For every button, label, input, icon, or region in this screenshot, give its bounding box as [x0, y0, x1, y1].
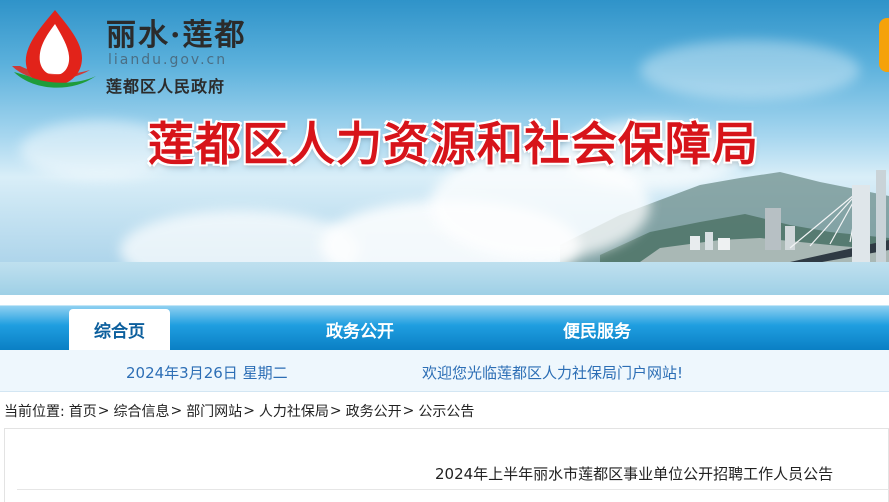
info-bar: 2024年3月26日 星期二 欢迎您光临莲都区人力社保局门户网站! — [0, 350, 889, 392]
floating-side-button[interactable] — [879, 18, 889, 72]
main-nav: 综合页 政务公开 便民服务 — [0, 295, 889, 350]
breadcrumb-link-hr-bureau[interactable]: 人力社保局 — [259, 401, 329, 421]
breadcrumb-link-general-info[interactable]: 综合信息 — [113, 401, 169, 421]
breadcrumb-separator: > — [170, 403, 183, 419]
site-domain: liandu.gov.cn — [108, 52, 228, 68]
nav-tab-home[interactable]: 综合页 — [69, 309, 170, 350]
nav-tab-gov-affairs[interactable]: 政务公开 — [300, 309, 420, 350]
divider — [17, 489, 889, 490]
header-banner: 丽水·莲都 liandu.gov.cn 莲都区人民政府 莲都区人力资源和社会保障… — [0, 0, 889, 295]
river-water — [0, 262, 889, 295]
breadcrumb-link-departments[interactable]: 部门网站 — [186, 401, 242, 421]
breadcrumb-separator: > — [402, 403, 415, 419]
nav-tab-services[interactable]: 便民服务 — [538, 309, 656, 350]
welcome-marquee[interactable]: 欢迎您光临莲都区人力社保局门户网站! — [422, 362, 683, 383]
article-title: 2024年上半年丽水市莲都区事业单位公开招聘工作人员公告 — [435, 465, 834, 483]
breadcrumb-link-announcements[interactable]: 公示公告 — [418, 401, 474, 421]
liandu-lotus-logo-icon[interactable] — [10, 6, 100, 92]
breadcrumb: 当前位置: 首页 > 综合信息 > 部门网站 > 人力社保局 > 政务公开 > … — [4, 401, 474, 421]
breadcrumb-separator: > — [243, 403, 255, 419]
site-name: 丽水·莲都 — [106, 18, 247, 53]
article-container: 2024年上半年丽水市莲都区事业单位公开招聘工作人员公告 — [4, 428, 889, 502]
breadcrumb-link-gov-affairs[interactable]: 政务公开 — [346, 401, 402, 421]
government-name: 莲都区人民政府 — [106, 77, 226, 96]
breadcrumb-prefix: 当前位置: — [4, 404, 65, 420]
current-date: 2024年3月26日 星期二 — [126, 364, 288, 382]
breadcrumb-link-home[interactable]: 首页 — [69, 401, 97, 421]
breadcrumb-separator: > — [97, 403, 110, 419]
bureau-title: 莲都区人力资源和社会保障局 — [148, 117, 759, 171]
breadcrumb-separator: > — [329, 403, 342, 419]
